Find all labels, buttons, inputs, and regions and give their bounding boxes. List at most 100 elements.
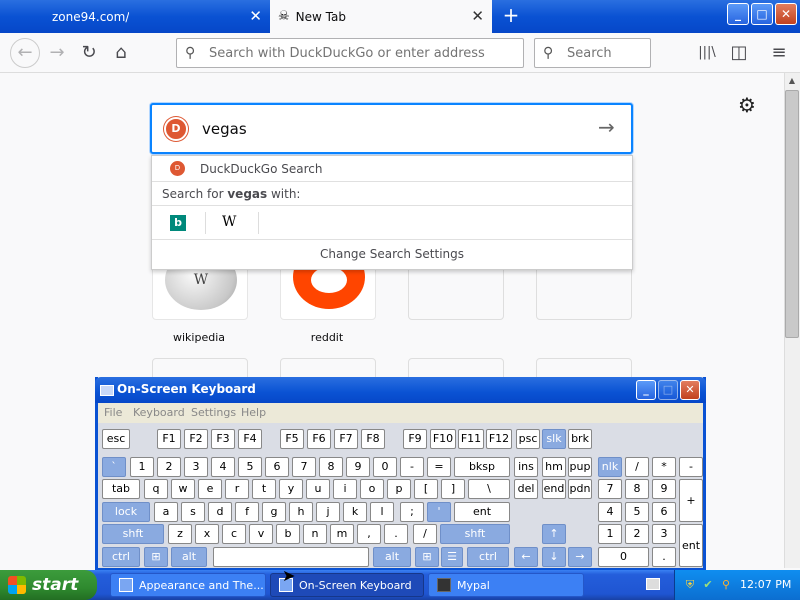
key-space[interactable] [213,547,369,567]
tab-zone94[interactable]: zone94.com/ ✕ [42,0,270,33]
url-bar[interactable]: ⚲ Search with DuckDuckGo or enter addres… [176,38,524,68]
key-num-5[interactable]: 5 [625,502,649,522]
search-bar[interactable]: ⚲ Search [534,38,651,68]
key-arrow-right[interactable]: → [568,547,592,567]
key-num-0[interactable]: 0 [598,547,649,567]
key-d[interactable]: d [208,502,232,522]
key-l[interactable]: l [370,502,394,522]
sidebar-icon[interactable]: ◫ [726,40,752,66]
key-e[interactable]: e [198,479,222,499]
key-num-6[interactable]: 6 [652,502,676,522]
key-arrow-down[interactable]: ↓ [542,547,566,567]
key-semicolon[interactable]: ; [400,502,424,522]
key-f11[interactable]: F11 [458,429,484,449]
context-menu-icon[interactable]: ☰ [441,547,463,567]
key-f1[interactable]: F1 [157,429,181,449]
key-psc[interactable]: psc [516,429,540,449]
back-arrow-icon[interactable]: ← [10,38,40,68]
key-brk[interactable]: brk [568,429,592,449]
search-go-arrow-icon[interactable]: → [598,115,615,139]
key-f10[interactable]: F10 [430,429,456,449]
home-icon[interactable]: ⌂ [108,40,134,66]
new-tab-button[interactable]: + [500,5,522,27]
key-pgup[interactable]: pup [568,457,592,477]
key-rbracket[interactable]: ] [441,479,465,499]
key-num-2[interactable]: 2 [625,524,649,544]
key-shift-right[interactable]: shft [440,524,510,544]
key-lbracket[interactable]: [ [414,479,438,499]
key-f4[interactable]: F4 [238,429,262,449]
key-f3[interactable]: F3 [211,429,235,449]
scroll-up-icon[interactable]: ▲ [784,73,800,89]
menu-help[interactable]: Help [241,406,266,419]
key-x[interactable]: x [195,524,219,544]
key-8[interactable]: 8 [319,457,343,477]
close-button[interactable]: ✕ [775,3,797,25]
key-f8[interactable]: F8 [361,429,385,449]
key-tab[interactable]: tab [102,479,140,499]
menu-file[interactable]: File [104,406,122,419]
minimize-button[interactable]: _ [636,380,656,400]
key-num-multiply[interactable]: * [652,457,676,477]
tab-close-icon[interactable]: ✕ [471,9,484,24]
key-enter[interactable]: ent [454,502,510,522]
forward-arrow-icon[interactable]: → [44,40,70,66]
key-u[interactable]: u [306,479,330,499]
network-icon[interactable]: ✔ [701,578,715,592]
key-2[interactable]: 2 [157,457,181,477]
minimize-button[interactable]: _ [727,3,749,25]
key-z[interactable]: z [168,524,192,544]
taskbar-item-mypal[interactable]: Mypal [428,573,584,597]
key-backspace[interactable]: bksp [454,457,510,477]
key-6[interactable]: 6 [265,457,289,477]
bing-icon[interactable]: b [170,215,186,231]
keyboard-tray-icon[interactable] [646,578,660,590]
key-del[interactable]: del [514,479,538,499]
key-f2[interactable]: F2 [184,429,208,449]
key-numlock[interactable]: nlk [598,457,622,477]
key-r[interactable]: r [225,479,249,499]
osk-title-bar[interactable]: On-Screen Keyboard _ □ ✕ [95,377,706,403]
key-equals[interactable]: = [427,457,451,477]
key-ctrl-left[interactable]: ctrl [102,547,140,567]
key-s[interactable]: s [181,502,205,522]
key-v[interactable]: v [249,524,273,544]
key-y[interactable]: y [279,479,303,499]
key-n[interactable]: n [303,524,327,544]
start-button[interactable]: start [0,570,97,600]
key-num-8[interactable]: 8 [625,479,649,499]
key-num-minus[interactable]: - [679,457,703,477]
key-f5[interactable]: F5 [280,429,304,449]
key-3[interactable]: 3 [184,457,208,477]
shield-icon[interactable]: ⛨ [683,578,697,592]
key-m[interactable]: m [330,524,354,544]
key-backtick[interactable]: ` [102,457,126,477]
key-slash[interactable]: / [413,524,437,544]
key-period[interactable]: . [384,524,408,544]
key-num-divide[interactable]: / [625,457,649,477]
key-9[interactable]: 9 [346,457,370,477]
key-ctrl-right[interactable]: ctrl [467,547,509,567]
key-num-9[interactable]: 9 [652,479,676,499]
key-num-enter[interactable]: ent [679,524,703,567]
key-comma[interactable]: , [357,524,381,544]
menu-keyboard[interactable]: Keyboard [133,406,185,419]
key-arrow-up[interactable]: ↑ [542,524,566,544]
newtab-search-box[interactable]: D vegas → [150,103,633,154]
key-f7[interactable]: F7 [334,429,358,449]
key-home[interactable]: hm [542,457,566,477]
scrollbar-thumb[interactable] [785,90,799,338]
key-arrow-left[interactable]: ← [514,547,538,567]
key-g[interactable]: g [262,502,286,522]
taskbar-item-appearance[interactable]: Appearance and The... [110,573,266,597]
wikipedia-icon[interactable]: W [222,214,236,230]
key-f12[interactable]: F12 [486,429,512,449]
key-num-3[interactable]: 3 [652,524,676,544]
key-esc[interactable]: esc [102,429,130,449]
key-h[interactable]: h [289,502,313,522]
key-num-4[interactable]: 4 [598,502,622,522]
key-1[interactable]: 1 [130,457,154,477]
key-num-1[interactable]: 1 [598,524,622,544]
key-num-period[interactable]: . [652,547,676,567]
key-f9[interactable]: F9 [403,429,427,449]
